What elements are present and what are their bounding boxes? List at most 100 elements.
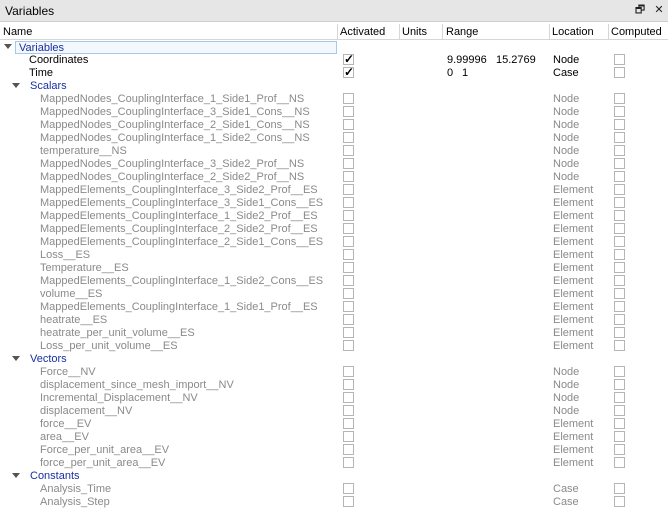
- restore-icon[interactable]: 🗗: [633, 3, 647, 17]
- computed-checkbox[interactable]: [614, 340, 625, 351]
- tree-row[interactable]: MappedElements_CouplingInterface_1_Side1…: [0, 301, 668, 314]
- computed-checkbox[interactable]: [614, 67, 625, 78]
- tree-root-label[interactable]: Variables: [15, 41, 337, 54]
- activated-checkbox[interactable]: [343, 379, 354, 390]
- tree-row[interactable]: MappedElements_CouplingInterface_1_Side2…: [0, 210, 668, 223]
- activated-checkbox[interactable]: [343, 119, 354, 130]
- tree-row[interactable]: Scalars: [0, 80, 668, 93]
- computed-checkbox[interactable]: [614, 392, 625, 403]
- computed-checkbox[interactable]: [614, 314, 625, 325]
- tree-row[interactable]: Constants: [0, 470, 668, 483]
- computed-checkbox[interactable]: [614, 379, 625, 390]
- computed-checkbox[interactable]: [614, 106, 625, 117]
- activated-checkbox[interactable]: [343, 184, 354, 195]
- computed-checkbox[interactable]: [614, 444, 625, 455]
- tree-row[interactable]: Force__NV Node: [0, 366, 668, 379]
- tree-row[interactable]: Analysis_Time Case: [0, 483, 668, 496]
- column-units[interactable]: Units: [402, 26, 427, 38]
- activated-checkbox[interactable]: [343, 327, 354, 338]
- tree-row[interactable]: MappedElements_CouplingInterface_3_Side2…: [0, 184, 668, 197]
- tree-row[interactable]: heatrate_per_unit_volume__ES Element: [0, 327, 668, 340]
- activated-checkbox[interactable]: [343, 431, 354, 442]
- computed-checkbox[interactable]: [614, 197, 625, 208]
- computed-checkbox[interactable]: [614, 405, 625, 416]
- computed-checkbox[interactable]: [614, 132, 625, 143]
- tree-row[interactable]: force_per_unit_area__EV Element: [0, 457, 668, 470]
- tree-row[interactable]: MappedNodes_CouplingInterface_2_Side2_Pr…: [0, 171, 668, 184]
- tree-row[interactable]: MappedNodes_CouplingInterface_1_Side2_Co…: [0, 132, 668, 145]
- tree-row[interactable]: Incremental_Displacement__NV Node: [0, 392, 668, 405]
- activated-checkbox[interactable]: [343, 288, 354, 299]
- activated-checkbox[interactable]: [343, 106, 354, 117]
- expand-arrow-icon[interactable]: [12, 473, 20, 478]
- computed-checkbox[interactable]: [614, 431, 625, 442]
- computed-checkbox[interactable]: [614, 210, 625, 221]
- activated-checkbox[interactable]: [343, 275, 354, 286]
- close-icon[interactable]: ✕: [652, 3, 666, 17]
- tree-row[interactable]: Time 01 Case: [0, 65, 668, 80]
- tree-row[interactable]: displacement_since_mesh_import__NV Node: [0, 379, 668, 392]
- group-label[interactable]: Scalars: [30, 80, 67, 93]
- computed-checkbox[interactable]: [614, 158, 625, 169]
- computed-checkbox[interactable]: [614, 496, 625, 507]
- activated-checkbox[interactable]: [343, 132, 354, 143]
- computed-checkbox[interactable]: [614, 262, 625, 273]
- tree-row[interactable]: Loss__ES Element: [0, 249, 668, 262]
- activated-checkbox[interactable]: [343, 405, 354, 416]
- computed-checkbox[interactable]: [614, 301, 625, 312]
- tree-row[interactable]: Variables: [0, 41, 668, 54]
- computed-checkbox[interactable]: [614, 457, 625, 468]
- computed-checkbox[interactable]: [614, 275, 625, 286]
- activated-checkbox[interactable]: [343, 145, 354, 156]
- activated-checkbox[interactable]: [343, 418, 354, 429]
- computed-checkbox[interactable]: [614, 249, 625, 260]
- tree-row[interactable]: Loss_per_unit_volume__ES Element: [0, 340, 668, 353]
- tree-row[interactable]: MappedNodes_CouplingInterface_2_Side1_Co…: [0, 119, 668, 132]
- tree-row[interactable]: Coordinates 9.99996 15.2769 Node: [0, 52, 668, 67]
- column-computed[interactable]: Computed: [611, 26, 662, 38]
- computed-checkbox[interactable]: [614, 483, 625, 494]
- tree-row[interactable]: Vectors: [0, 353, 668, 366]
- activated-checkbox[interactable]: [343, 496, 354, 507]
- activated-checkbox[interactable]: [343, 392, 354, 403]
- activated-checkbox[interactable]: [343, 444, 354, 455]
- activated-checkbox[interactable]: [343, 366, 354, 377]
- tree-row[interactable]: temperature__NS Node: [0, 145, 668, 158]
- activated-checkbox[interactable]: [343, 236, 354, 247]
- activated-checkbox[interactable]: [343, 457, 354, 468]
- activated-checkbox[interactable]: [343, 197, 354, 208]
- activated-checkbox[interactable]: [343, 93, 354, 104]
- computed-checkbox[interactable]: [614, 327, 625, 338]
- group-label[interactable]: Constants: [30, 470, 80, 483]
- tree-row[interactable]: Temperature__ES Element: [0, 262, 668, 275]
- activated-checkbox[interactable]: [343, 249, 354, 260]
- tree-row[interactable]: MappedNodes_CouplingInterface_1_Side1_Pr…: [0, 93, 668, 106]
- tree-row[interactable]: force__EV Element: [0, 418, 668, 431]
- computed-checkbox[interactable]: [614, 54, 625, 65]
- tree-row[interactable]: area__EV Element: [0, 431, 668, 444]
- activated-checkbox[interactable]: [343, 483, 354, 494]
- computed-checkbox[interactable]: [614, 145, 625, 156]
- tree-row[interactable]: Force_per_unit_area__EV Element: [0, 444, 668, 457]
- expand-arrow-icon[interactable]: [12, 83, 20, 88]
- expand-arrow-icon[interactable]: [4, 44, 12, 49]
- tree-row[interactable]: MappedElements_CouplingInterface_1_Side2…: [0, 275, 668, 288]
- computed-checkbox[interactable]: [614, 184, 625, 195]
- column-location[interactable]: Location: [552, 26, 594, 38]
- activated-checkbox[interactable]: [343, 340, 354, 351]
- computed-checkbox[interactable]: [614, 93, 625, 104]
- column-name[interactable]: Name: [3, 26, 32, 38]
- tree-row[interactable]: MappedNodes_CouplingInterface_3_Side1_Co…: [0, 106, 668, 119]
- computed-checkbox[interactable]: [614, 236, 625, 247]
- tree-row[interactable]: MappedElements_CouplingInterface_2_Side1…: [0, 236, 668, 249]
- tree-row[interactable]: heatrate__ES Element: [0, 314, 668, 327]
- tree-row[interactable]: displacement__NV Node: [0, 405, 668, 418]
- activated-checkbox[interactable]: [343, 262, 354, 273]
- activated-checkbox[interactable]: [343, 52, 354, 66]
- tree-row[interactable]: MappedNodes_CouplingInterface_3_Side2_Pr…: [0, 158, 668, 171]
- activated-checkbox[interactable]: [343, 65, 354, 79]
- computed-checkbox[interactable]: [614, 171, 625, 182]
- activated-checkbox[interactable]: [343, 314, 354, 325]
- tree-row[interactable]: Analysis_Step Case: [0, 496, 668, 509]
- computed-checkbox[interactable]: [614, 288, 625, 299]
